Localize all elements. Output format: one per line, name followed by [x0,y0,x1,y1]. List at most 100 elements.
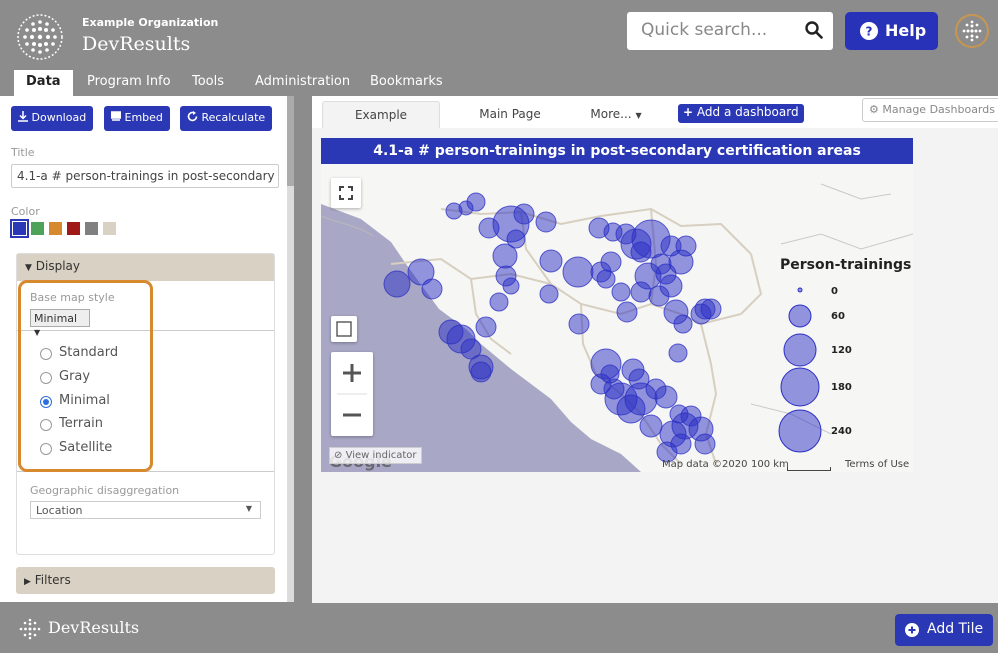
title-input[interactable]: 4.1-a # person-trainings in post-seconda… [11,164,279,188]
geographic-disaggregation-select[interactable]: Location ▼ [30,501,261,519]
dashboard-tab-more[interactable]: More... ▼ [584,101,648,128]
map-bubble[interactable] [489,292,509,312]
legend-bubbles [778,287,822,453]
legend-value: 60 [831,311,845,322]
footer-brand: DevResults [48,618,140,637]
quick-search-input[interactable]: Quick search... [627,12,833,50]
map-bubble[interactable] [630,241,652,263]
zoom-control [331,352,373,436]
map-bubble[interactable] [700,298,722,320]
add-tile-label: Add Tile [927,621,984,637]
map-bubble[interactable] [383,270,411,298]
map-bubble[interactable] [539,284,559,304]
map-bubble[interactable] [562,256,594,288]
download-icon [18,111,28,122]
search-placeholder: Quick search... [641,20,768,40]
color-swatch-blue[interactable] [10,219,29,238]
map-bubble[interactable] [694,433,716,455]
bubble-map[interactable]: Person-trainings 0 60 120 180 240 Google [321,164,913,472]
map-bubble[interactable] [539,249,563,273]
color-swatch-green[interactable] [31,222,44,235]
map-bubble[interactable] [590,348,622,380]
map-bubble[interactable] [600,251,622,273]
map-bubble[interactable] [492,243,518,269]
terms-of-use-link[interactable]: Terms of Use [845,459,909,470]
recalculate-button[interactable]: Recalculate [180,106,273,131]
fullscreen-button[interactable] [331,178,361,208]
geographic-disaggregation-value: Location [36,504,83,517]
legend-value: 180 [831,382,852,393]
map-bubble[interactable] [639,414,663,438]
map-bubble[interactable] [675,235,697,257]
title-label: Title [11,146,35,159]
map-bubble[interactable] [659,274,683,298]
map-bubble[interactable] [616,301,638,323]
tile-title: 4.1-a # person-trainings in post-seconda… [321,138,913,164]
map-bubble[interactable] [673,314,693,334]
embed-label: Embed [124,111,163,124]
map-scale-bar [787,467,831,471]
legend-value: 120 [831,345,852,356]
add-tile-button[interactable]: Add Tile [895,614,993,646]
nav-tab-tools[interactable]: Tools [192,70,224,96]
map-bubble[interactable] [468,354,494,380]
nav-tab-administration[interactable]: Administration [255,70,350,96]
dashboard-tab-example[interactable]: Example [322,101,440,128]
selection-toggle-button[interactable] [331,316,357,342]
map-bubble[interactable] [668,343,688,363]
map-bubble[interactable] [630,281,652,303]
map-data-attribution: Map data ©2020 [662,459,748,470]
help-button[interactable]: ? Help [845,12,938,50]
nav-tab-bookmarks[interactable]: Bookmarks [370,70,443,96]
map-bubble[interactable] [502,277,520,295]
download-button[interactable]: Download [11,106,94,131]
display-label: Display [35,259,80,273]
map-bubble[interactable] [535,211,557,233]
geographic-disaggregation-label: Geographic disaggregation [30,484,180,497]
caret-down-icon: ▼ [25,263,32,273]
map-bubble[interactable] [475,316,497,338]
map-bubble[interactable] [654,385,678,409]
filters-panel-header[interactable]: ▶ Filters [16,567,275,594]
map-legend: Person-trainings 0 60 120 180 240 [771,254,911,454]
add-dashboard-button[interactable]: + Add a dashboard [678,104,804,123]
map-bubble[interactable] [611,282,631,302]
map-tile[interactable]: 4.1-a # person-trainings in post-seconda… [321,138,913,472]
map-bubble[interactable] [628,368,650,390]
map-bubble[interactable] [596,269,616,289]
plus-icon: + [683,105,694,119]
devresults-globe-logo[interactable] [17,14,63,60]
color-label: Color [11,205,40,218]
nav-tab-program-info[interactable]: Program Info [87,70,171,96]
map-bubble[interactable] [568,313,590,335]
display-panel-header[interactable]: ▼ Display [17,254,274,281]
question-circle-icon: ? [860,22,878,40]
map-bubble[interactable] [421,278,443,300]
search-icon[interactable] [805,21,823,39]
color-swatch-orange[interactable] [49,222,62,235]
caret-down-icon: ▼ [635,111,642,120]
more-label: More... [590,107,632,121]
organization-name: Example Organization [82,16,219,29]
user-avatar[interactable] [955,14,989,48]
zoom-in-icon[interactable] [343,364,361,382]
legend-value: 0 [831,286,838,297]
devresults-globe-logo[interactable] [17,616,43,642]
view-indicator-button[interactable]: ⊘ View indicator [329,447,422,464]
fullscreen-icon [339,186,353,200]
dashboard-area: Example Main Page More... ▼ + Add a dash… [312,96,998,603]
color-swatch-tan[interactable] [103,222,116,235]
refresh-icon [187,111,198,122]
scrollbar-thumb[interactable] [287,96,294,186]
embed-button[interactable]: Embed [104,106,170,131]
caret-down-icon: ▼ [245,504,252,513]
color-swatch-gray[interactable] [85,222,98,235]
color-swatch-red[interactable] [67,222,80,235]
plus-circle-icon [905,623,919,637]
dashboard-tab-main-page[interactable]: Main Page [462,101,558,128]
sidebar-scrollbar[interactable] [287,96,294,602]
manage-dashboards-button[interactable]: ⚙ Manage Dashboards [862,98,998,122]
nav-tab-data[interactable]: Data [14,70,73,96]
map-bubble[interactable] [513,203,535,225]
map-bubble[interactable] [466,192,486,212]
